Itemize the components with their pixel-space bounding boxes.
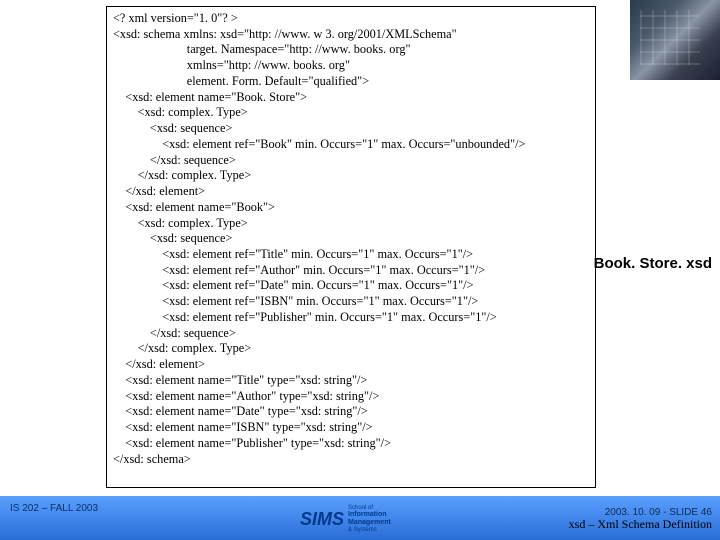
xsd-code-block: <? xml version="1. 0"? > <xsd: schema xm… (106, 6, 596, 488)
footer-course: IS 202 – FALL 2003 (10, 503, 98, 514)
file-name-label: Book. Store. xsd (594, 255, 712, 272)
footer-caption: xsd – Xml Schema Definition (569, 517, 712, 532)
decorative-photo (630, 0, 720, 80)
sims-logo: SIMS School of Information Management & … (300, 504, 430, 534)
logo-sub: School of Information Management & Syste… (348, 505, 391, 534)
logo-main: SIMS (300, 509, 344, 530)
code-content: <? xml version="1. 0"? > <xsd: schema xm… (113, 11, 525, 466)
